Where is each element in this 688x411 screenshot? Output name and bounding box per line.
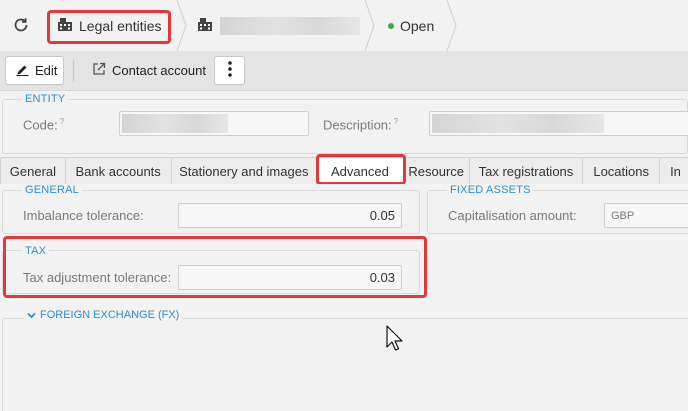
- tax-section-title: TAX: [22, 245, 50, 257]
- tab-locations[interactable]: Locations: [582, 157, 661, 184]
- tab-general[interactable]: General: [0, 157, 66, 184]
- fixed-assets-section-title: FIXED ASSETS: [447, 184, 534, 196]
- building-icon: [58, 18, 72, 34]
- breadcrumb-entity[interactable]: [198, 0, 360, 51]
- code-value-redacted: [122, 114, 228, 133]
- code-field[interactable]: [119, 111, 309, 136]
- contact-label: Contact account: [112, 63, 206, 78]
- capitalisation-currency: GBP: [611, 209, 635, 222]
- tax-adjustment-tolerance-value: 0.03: [369, 270, 395, 285]
- imbalance-tolerance-field[interactable]: 0.05: [178, 203, 402, 228]
- tab-more[interactable]: In: [659, 157, 688, 184]
- imbalance-tolerance-value: 0.05: [369, 208, 395, 223]
- entity-section-title: ENTITY: [22, 93, 69, 105]
- general-section-title: GENERAL: [22, 184, 82, 196]
- tab-advanced[interactable]: Advanced: [316, 157, 404, 184]
- entity-name-redacted: [220, 16, 360, 35]
- tax-adjustment-tolerance-field[interactable]: 0.03: [178, 265, 402, 290]
- entity-section: ENTITY Code:? Description:?: [0, 91, 688, 154]
- code-label: Code:?: [23, 117, 65, 133]
- more-vertical-icon: [227, 61, 232, 80]
- tab-tax-registrations[interactable]: Tax registrations: [468, 157, 584, 184]
- status-dot-icon: [388, 22, 394, 29]
- fx-section-header[interactable]: FOREIGN EXCHANGE (FX): [24, 306, 183, 324]
- mouse-cursor-icon: [386, 325, 403, 351]
- breadcrumb-label: Legal entities: [79, 18, 162, 34]
- imbalance-tolerance-label: Imbalance tolerance:: [23, 208, 144, 223]
- help-icon: ?: [393, 117, 399, 126]
- edit-label: Edit: [35, 63, 58, 78]
- contact-account-button[interactable]: Contact account: [82, 56, 208, 85]
- external-link-icon: [92, 62, 106, 79]
- building-icon: [198, 17, 212, 34]
- capitalisation-amount-label: Capitalisation amount:: [448, 208, 577, 223]
- description-value-redacted: [432, 114, 604, 133]
- description-label: Description:?: [323, 117, 399, 133]
- description-field[interactable]: [429, 111, 688, 136]
- tab-bank-accounts[interactable]: Bank accounts: [64, 157, 172, 184]
- action-toolbar: Edit Contact account: [0, 51, 688, 91]
- status-label: Open: [400, 17, 435, 34]
- breadcrumb-legal-entities[interactable]: Legal entities: [50, 11, 168, 41]
- chevron-separator-icon: [446, 0, 457, 51]
- chevron-separator-icon: [364, 0, 375, 51]
- status-badge: Open: [388, 0, 434, 51]
- chevron-separator-icon: [176, 0, 187, 51]
- tab-stationery-and-images[interactable]: Stationery and images: [170, 157, 318, 184]
- edit-button[interactable]: Edit: [5, 56, 64, 85]
- tax-adjustment-tolerance-label: Tax adjustment tolerance:: [23, 270, 172, 285]
- help-icon: ?: [59, 117, 65, 126]
- more-options-button[interactable]: [214, 56, 245, 85]
- toolbar-divider: [73, 60, 74, 82]
- tab-strip: General Bank accounts Stationery and ima…: [0, 157, 688, 184]
- tab-resource[interactable]: Resource: [402, 157, 470, 184]
- fx-group: [2, 318, 688, 411]
- capitalisation-amount-field[interactable]: GBP: [604, 203, 688, 228]
- breadcrumb: Legal entities Open: [0, 0, 688, 51]
- pencil-icon: [16, 63, 29, 79]
- chevron-down-icon: [27, 306, 36, 324]
- fx-section-title: FOREIGN EXCHANGE (FX): [40, 309, 180, 321]
- refresh-icon[interactable]: [8, 12, 34, 38]
- advanced-panel: GENERAL Imbalance tolerance: 0.05 FIXED …: [0, 184, 688, 411]
